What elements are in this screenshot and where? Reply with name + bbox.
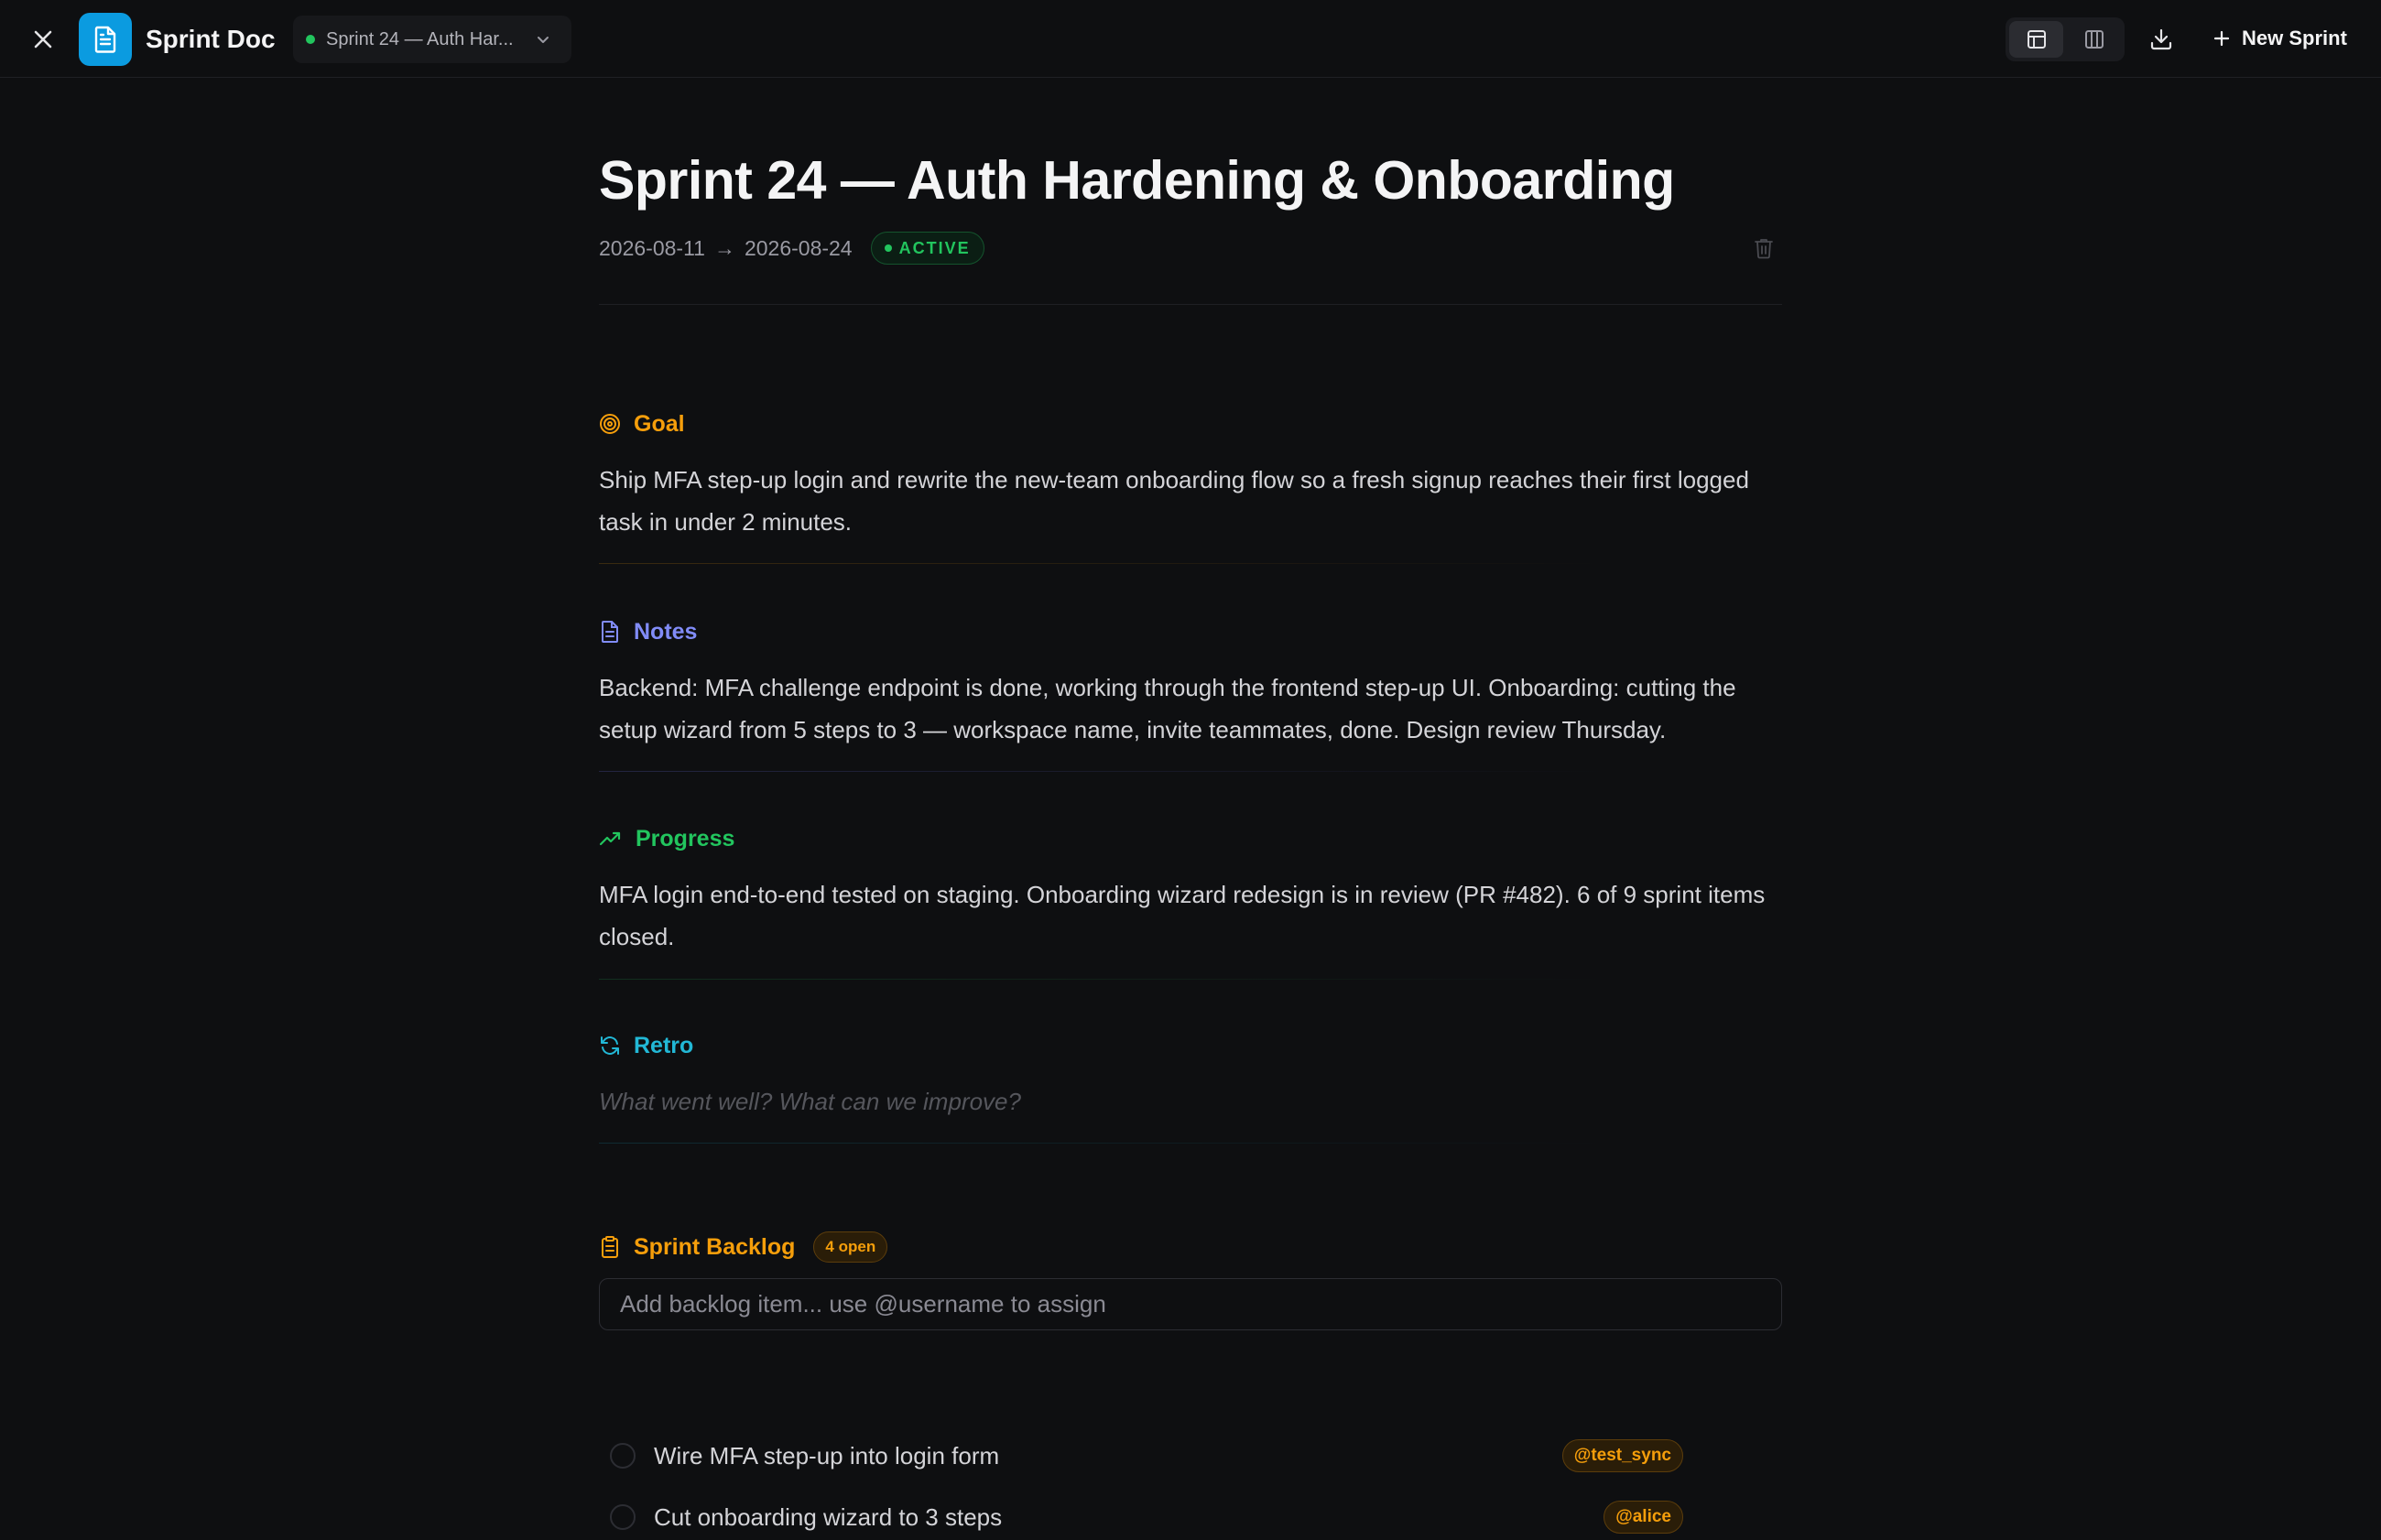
progress-heading: Progress xyxy=(599,822,1782,855)
retro-divider xyxy=(599,1143,1782,1144)
close-button[interactable] xyxy=(24,22,62,57)
progress-text[interactable]: MFA login end-to-end tested on staging. … xyxy=(599,873,1782,958)
backlog-item: Cut onboarding wizard to 3 steps @alice xyxy=(599,1494,1782,1540)
backlog-item-checkbox[interactable] xyxy=(610,1504,636,1530)
delete-sprint-button[interactable] xyxy=(1749,232,1778,265)
refresh-icon xyxy=(601,1036,619,1055)
end-date[interactable]: 2026-08-24 xyxy=(745,230,853,266)
app-title: Sprint Doc xyxy=(146,25,276,53)
sprint-dates: 2026-08-11 → 2026-08-24 ACTIVE xyxy=(599,230,984,266)
sprint-selector[interactable]: Sprint 24 — Auth Har... xyxy=(293,16,571,63)
backlog-section: Sprint Backlog 4 open xyxy=(599,1231,1782,1263)
status-badge: ACTIVE xyxy=(870,232,984,265)
clipboard-icon xyxy=(602,1236,618,1258)
new-sprint-button[interactable]: New Sprint xyxy=(2203,18,2356,59)
sprint-title[interactable]: Sprint 24 — Auth Hardening & Onboarding xyxy=(599,144,1675,217)
goal-text[interactable]: Ship MFA step-up login and rewrite the n… xyxy=(599,459,1782,543)
document-icon xyxy=(94,26,116,53)
document-icon xyxy=(602,621,618,643)
goal-heading-label: Goal xyxy=(634,410,685,437)
notes-divider xyxy=(599,771,1782,772)
assignee-badge[interactable]: @test_sync xyxy=(1561,1439,1683,1472)
new-sprint-label: New Sprint xyxy=(2242,27,2347,49)
backlog-item-text[interactable]: Cut onboarding wizard to 3 steps xyxy=(654,1503,1002,1532)
status-dot xyxy=(884,244,892,252)
progress-divider xyxy=(599,979,1782,980)
download-button[interactable] xyxy=(2141,19,2181,60)
open-count-badge: 4 open xyxy=(813,1231,888,1263)
plus-icon xyxy=(2213,30,2230,47)
retro-input[interactable]: What went well? What can we improve? xyxy=(599,1080,1782,1122)
chevron-down-icon xyxy=(535,31,551,48)
single-panel-view-button[interactable] xyxy=(2009,21,2063,58)
retro-heading-label: Retro xyxy=(634,1032,694,1058)
backlog-heading: Sprint Backlog 4 open xyxy=(599,1231,1782,1263)
goal-divider xyxy=(599,563,1782,564)
backlog-item-checkbox[interactable] xyxy=(610,1443,636,1469)
assignee-badge[interactable]: @alice xyxy=(1604,1501,1683,1534)
status-dot xyxy=(306,35,315,44)
download-icon xyxy=(2150,28,2172,50)
trending-up-icon xyxy=(599,831,621,846)
backlog-item-input[interactable] xyxy=(599,1278,1782,1330)
date-arrow: → xyxy=(713,236,735,260)
backlog-heading-label: Sprint Backlog xyxy=(634,1233,796,1260)
header-divider xyxy=(599,304,1782,305)
retro-heading: Retro xyxy=(599,1029,1782,1062)
notes-section: Notes Backend: MFA challenge endpoint is… xyxy=(599,615,1782,751)
notes-text[interactable]: Backend: MFA challenge endpoint is done,… xyxy=(599,667,1782,751)
progress-heading-label: Progress xyxy=(636,825,735,851)
goal-section: Goal Ship MFA step-up login and rewrite … xyxy=(599,407,1782,543)
trash-icon xyxy=(1755,239,1773,259)
sprint-selector-label: Sprint 24 — Auth Har... xyxy=(326,28,514,49)
progress-section: Progress MFA login end-to-end tested on … xyxy=(599,822,1782,958)
top-bar: Sprint Doc Sprint 24 — Auth Har... New S… xyxy=(0,0,2381,78)
notes-heading-label: Notes xyxy=(634,618,698,645)
retro-section: Retro What went well? What can we improv… xyxy=(599,1029,1782,1122)
close-icon xyxy=(34,30,52,49)
backlog-item-text[interactable]: Wire MFA step-up into login form xyxy=(654,1442,999,1470)
app-logo xyxy=(79,13,132,66)
view-mode-toggle xyxy=(2006,17,2125,61)
split-columns-layout-icon xyxy=(2084,30,2104,49)
status-label: ACTIVE xyxy=(898,239,971,257)
target-icon xyxy=(600,414,620,434)
goal-heading: Goal xyxy=(599,407,1782,440)
single-panel-layout-icon xyxy=(2027,30,2046,49)
notes-heading: Notes xyxy=(599,615,1782,648)
split-view-button[interactable] xyxy=(2067,21,2121,58)
start-date[interactable]: 2026-08-11 xyxy=(599,230,705,266)
backlog-item: Wire MFA step-up into login form @test_s… xyxy=(599,1433,1782,1479)
